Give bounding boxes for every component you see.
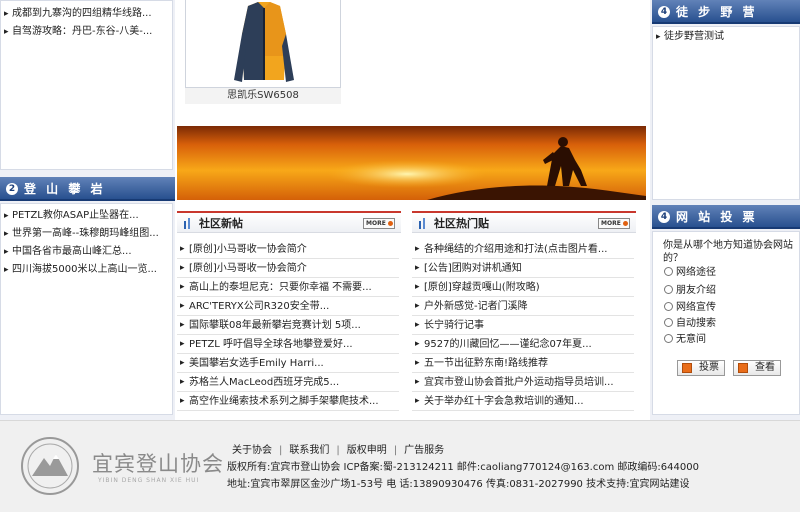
list-item[interactable]: 关于举办红十字会急救培训的通知... <box>412 392 634 411</box>
left-top-list: 成都到九寨沟的四组精华线路... 自驾游攻略：丹巴-东谷-八美-... <box>1 5 172 41</box>
bars-icon <box>419 218 425 229</box>
hot-posts-list: 各种绳结的介绍用途和打法(点击图片看... [公告]团购对讲机通知 [原创]穿越… <box>412 240 634 411</box>
list-item[interactable]: 世界第一高峰--珠穆朗玛峰组图... <box>1 225 172 243</box>
hiking-title: 徒 步 野 营 <box>676 5 758 19</box>
copyright-text: 版权所有:宜宾市登山协会 ICP备案:蜀-213124211 邮件:caolia… <box>227 462 699 473</box>
climbing-header: 2 登 山 攀 岩 <box>0 177 175 201</box>
list-item[interactable]: PETZL 呼吁倡导全球各地攀登爱好... <box>177 335 399 354</box>
poll-title: 网 站 投 票 <box>676 210 758 224</box>
list-item[interactable]: 自驾游攻略：丹巴-东谷-八美-... <box>1 23 172 41</box>
hiking-panel: 徒步野营测试 <box>652 26 800 200</box>
radio-button[interactable] <box>664 285 673 294</box>
climbing-list: PETZL教你ASAP止坠器在... 世界第一高峰--珠穆朗玛峰组图... 中国… <box>1 207 172 279</box>
list-item[interactable]: 苏格兰人MacLeod西班牙完成5... <box>177 373 399 392</box>
footer-links: 关于协会 | 联系我们 | 版权申明 | 广告服务 <box>232 445 445 456</box>
list-item[interactable]: 各种绳结的介绍用途和打法(点击图片看... <box>412 240 634 259</box>
jacket-image <box>234 2 294 82</box>
list-item[interactable]: [公告]团购对讲机通知 <box>412 259 634 278</box>
section-number-badge: 4 <box>658 211 670 223</box>
list-item[interactable]: [原创]穿越贡嘎山(附攻略) <box>412 278 634 297</box>
footer-link-about[interactable]: 关于协会 <box>232 445 272 456</box>
association-logo-icon <box>21 437 79 495</box>
left-column: 成都到九寨沟的四组精华线路... 自驾游攻略：丹巴-东谷-八美-... 2 登 … <box>0 0 175 420</box>
list-item[interactable]: 徒步野营测试 <box>653 28 799 46</box>
hiking-list: 徒步野营测试 <box>653 28 799 46</box>
address-text: 地址:宜宾市翠屏区金沙广场1-53号 电 话:13890930476 传真:08… <box>227 479 690 490</box>
poll-option[interactable]: 网络途径 <box>664 266 716 280</box>
logo-pinyin: YIBIN DENG SHAN XIE HUI <box>98 477 200 484</box>
list-item[interactable]: 户外新感觉-记者门溪降 <box>412 297 634 316</box>
list-item[interactable]: 高空作业绳索技术系列之脚手架攀爬技术... <box>177 392 399 411</box>
left-top-panel: 成都到九寨沟的四组精华线路... 自驾游攻略：丹巴-东谷-八美-... <box>0 0 173 170</box>
list-item[interactable]: 国际攀联08年最新攀岩竞赛计划 5项... <box>177 316 399 335</box>
checkbox-icon <box>738 363 748 373</box>
list-item[interactable]: 美国攀岩女选手Emily Harri... <box>177 354 399 373</box>
radio-button[interactable] <box>664 334 673 343</box>
list-item[interactable]: [原创]小马哥收一协会简介 <box>177 259 399 278</box>
list-item[interactable]: 四川海拔5000米以上高山一览... <box>1 261 172 279</box>
footer-link-ads[interactable]: 广告服务 <box>404 445 444 456</box>
poll-option[interactable]: 朋友介绍 <box>664 284 716 298</box>
radio-button[interactable] <box>664 302 673 311</box>
checkbox-icon <box>682 363 692 373</box>
poll-option[interactable]: 自动搜索 <box>664 317 716 331</box>
new-posts-list: [原创]小马哥收一协会简介 [原创]小马哥收一协会简介 高山上的泰坦尼克：只要你… <box>177 240 399 411</box>
new-posts-title: 社区新帖 <box>199 217 243 230</box>
list-item[interactable]: 中国各省市最高山峰汇总... <box>1 243 172 261</box>
section-number-badge: 4 <box>658 6 670 18</box>
list-item[interactable]: 五一节出征黔东南!路线推荐 <box>412 354 634 373</box>
poll-question: 你是从哪个地方知道协会网站的？ <box>663 240 793 264</box>
list-item[interactable]: [原创]小马哥收一协会简介 <box>177 240 399 259</box>
list-item[interactable]: 成都到九寨沟的四组精华线路... <box>1 5 172 23</box>
list-item[interactable]: PETZL教你ASAP止坠器在... <box>1 207 172 225</box>
right-column: 4 徒 步 野 营 徒步野营测试 4 网 站 投 票 <box>650 0 800 420</box>
more-button[interactable]: MORE <box>363 218 395 229</box>
list-item[interactable]: 9527的川藏回忆——谨纪念07年夏... <box>412 335 634 354</box>
hot-posts-header: 社区热门贴 MORE <box>412 211 636 233</box>
product-caption[interactable]: 思凯乐SW6508 <box>185 88 341 104</box>
list-item[interactable]: ARC'TERYX公司R320安全带... <box>177 297 399 316</box>
footer-link-contact[interactable]: 联系我们 <box>289 445 329 456</box>
section-number-badge: 2 <box>6 183 18 195</box>
radio-button[interactable] <box>664 267 673 276</box>
view-results-button[interactable]: 查看 <box>733 360 781 376</box>
list-item[interactable]: 高山上的泰坦尼克：只要你幸福 不需要... <box>177 278 399 297</box>
footer-link-copyright[interactable]: 版权申明 <box>347 445 387 456</box>
hot-posts-title: 社区热门贴 <box>434 217 489 230</box>
list-item[interactable]: 长宁骑行记事 <box>412 316 634 335</box>
product-image[interactable] <box>185 0 341 88</box>
poll-option[interactable]: 无意间 <box>664 333 706 347</box>
poll-header: 4 网 站 投 票 <box>652 205 800 229</box>
new-posts-header: 社区新帖 MORE <box>177 211 401 233</box>
vote-button[interactable]: 投票 <box>677 360 725 376</box>
more-button[interactable]: MORE <box>598 218 630 229</box>
radio-button[interactable] <box>664 318 673 327</box>
list-item[interactable]: 宜宾市登山协会首批户外运动指导员培训... <box>412 373 634 392</box>
logo-text: 宜宾登山协会 <box>92 452 224 476</box>
climbing-panel: PETZL教你ASAP止坠器在... 世界第一高峰--珠穆朗玛峰组图... 中国… <box>0 203 173 415</box>
poll-option[interactable]: 网络宣传 <box>664 301 716 315</box>
hiker-sunset-banner <box>177 126 646 200</box>
climbing-title: 登 山 攀 岩 <box>24 182 106 196</box>
hiking-header: 4 徒 步 野 营 <box>652 0 800 24</box>
bars-icon <box>184 218 190 229</box>
